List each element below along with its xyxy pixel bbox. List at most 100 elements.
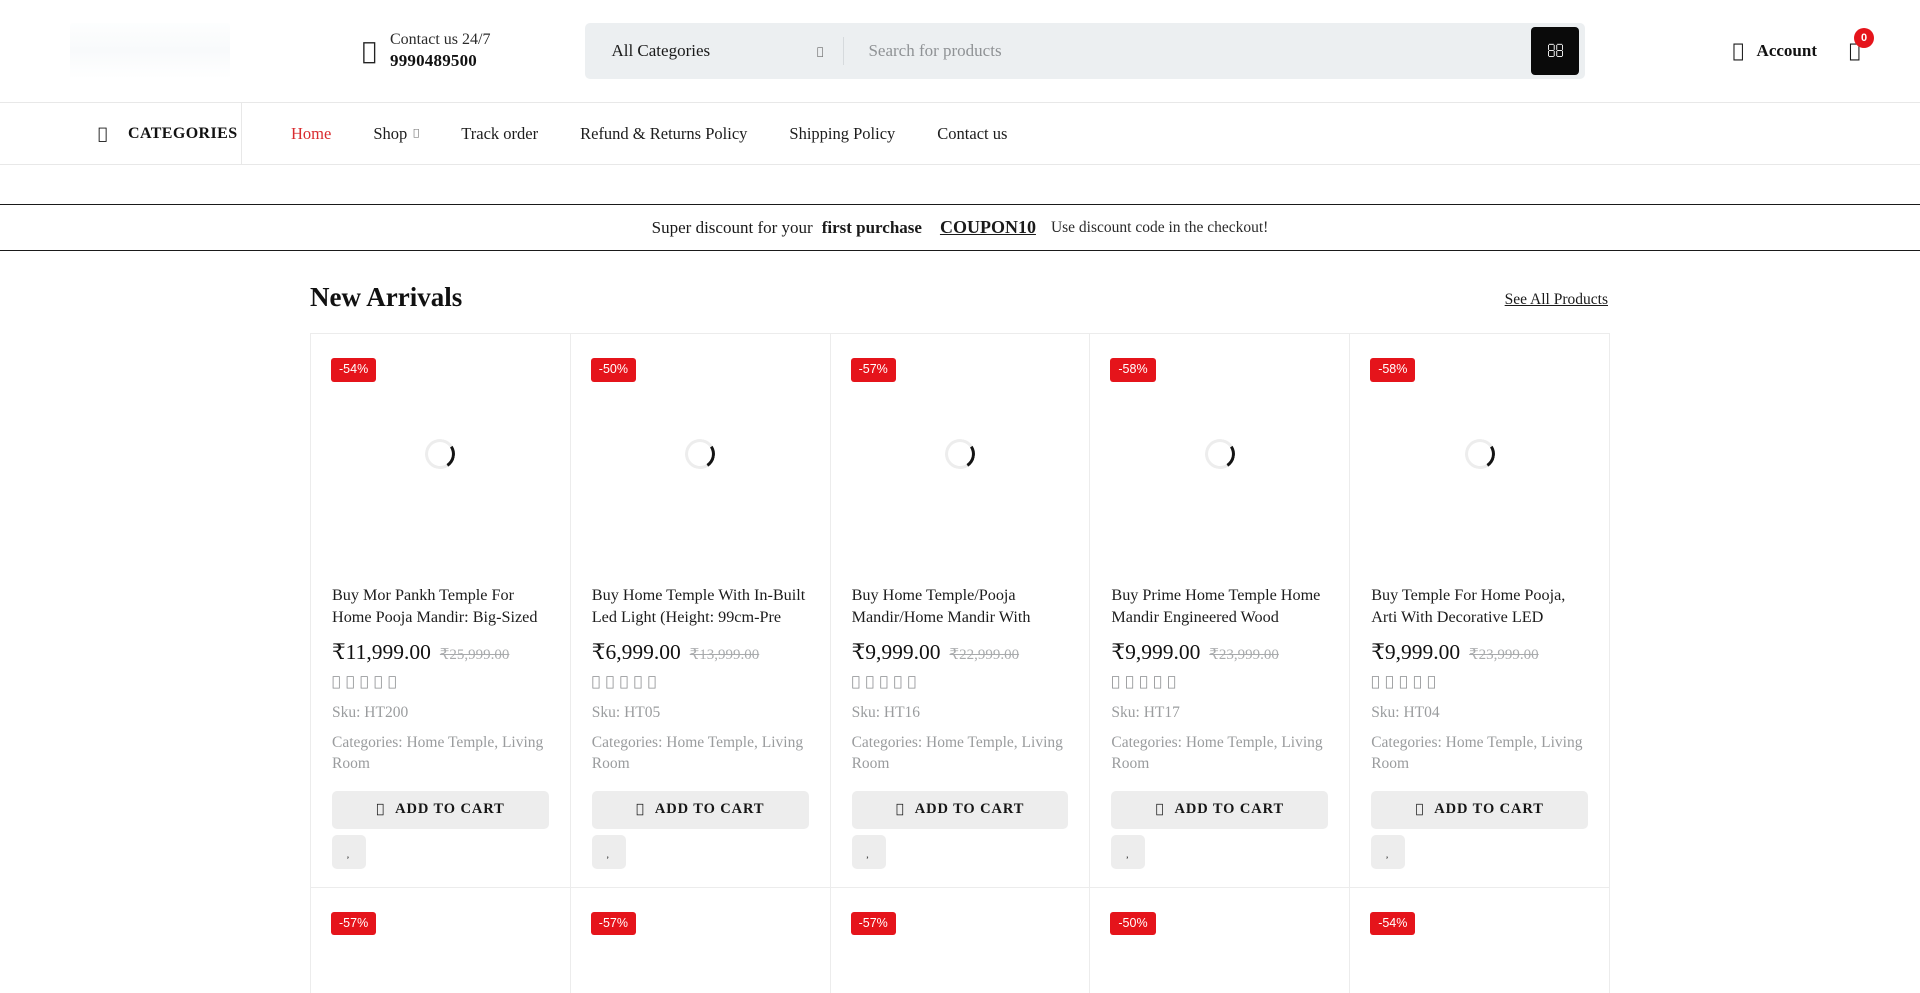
product-card[interactable]: -54% xyxy=(1350,887,1610,993)
star-icon:  xyxy=(1413,674,1422,690)
user-icon:  xyxy=(1733,40,1746,62)
add-to-cart-button[interactable]:  ADD TO CART xyxy=(1371,790,1588,829)
product-card[interactable]: -57% xyxy=(311,887,571,993)
rating-stars:      xyxy=(1371,674,1588,690)
wishlist-button[interactable]:  xyxy=(332,834,366,869)
wishlist-button[interactable]:  xyxy=(1371,834,1406,869)
star-icon:  xyxy=(346,674,355,690)
product-image[interactable] xyxy=(852,356,1069,552)
add-to-cart-button[interactable]:  ADD TO CART xyxy=(591,790,809,829)
product-categories: Categories: Home Temple, Living Room xyxy=(1111,718,1323,772)
star-icon:  xyxy=(606,674,615,690)
product-image[interactable] xyxy=(1371,356,1588,552)
product-card[interactable]: -58% Buy Temple For Home Pooja, Arti Wit… xyxy=(1350,334,1610,888)
store-logo xyxy=(70,23,230,79)
product-categories: Categories: Home Temple, Living Room xyxy=(1371,718,1583,772)
contact-block:  Contact us 24/7 9990489500 xyxy=(362,29,490,74)
cart-plus-icon:  xyxy=(896,802,905,817)
section-header: New Arrivals See All Products xyxy=(0,251,1920,313)
discount-badge: -50% xyxy=(590,358,636,382)
add-to-cart-label: ADD TO CART xyxy=(1174,785,1285,817)
price-current: ₹11,999.00 xyxy=(332,640,431,664)
product-grid: -54% Buy Mor Pankh Temple For Home Pooja… xyxy=(310,333,1610,993)
product-card[interactable]: -57% xyxy=(830,887,1091,993)
nav-item-track-order[interactable]: Track order xyxy=(440,124,559,144)
price-current: ₹9,999.00 xyxy=(1371,640,1461,664)
nav-item-home[interactable]: Home xyxy=(270,124,352,144)
product-actions:  ADD TO CART  xyxy=(332,785,549,869)
price-original: ₹22,999.00 xyxy=(949,647,1020,663)
add-to-cart-button[interactable]:  ADD TO CART xyxy=(851,790,1069,829)
star-icon:  xyxy=(620,674,629,690)
star-icon:  xyxy=(866,674,875,690)
product-image[interactable] xyxy=(1111,356,1328,552)
product-card[interactable]: -50% Buy Home Temple With In-Built Led L… xyxy=(570,334,831,888)
product-card[interactable]: -58% Buy Prime Home Temple Home Mandir E… xyxy=(1090,334,1351,888)
star-icon:  xyxy=(908,674,917,690)
nav-item-label: Shipping Policy xyxy=(783,123,895,143)
wishlist-button[interactable]:  xyxy=(591,834,626,869)
discount-badge: -54% xyxy=(1370,911,1416,936)
product-card[interactable]: -57% Buy Home Temple/Pooja Mandir/Home M… xyxy=(830,334,1091,888)
main-navigation:  CATEGORIES Home Shop  Track order Ref… xyxy=(0,103,1920,165)
nav-item-shipping-policy[interactable]: Shipping Policy xyxy=(768,124,916,144)
product-image[interactable] xyxy=(332,356,549,552)
loading-spinner-icon xyxy=(1461,436,1498,472)
category-select-value: All Categories xyxy=(611,41,711,60)
product-card[interactable]: -57% xyxy=(570,887,831,993)
logo-link[interactable] xyxy=(0,23,300,79)
cart-button[interactable]:  0 xyxy=(1847,28,1874,66)
price-current: ₹9,999.00 xyxy=(851,640,941,664)
star-icon:  xyxy=(592,674,601,690)
price-current: ₹9,999.00 xyxy=(1111,640,1201,664)
nav-item-refund-returns-policy[interactable]: Refund & Returns Policy xyxy=(559,124,768,144)
product-title[interactable]: Buy Prime Home Temple Home Mandir Engine… xyxy=(1111,585,1328,629)
product-title[interactable]: Buy Mor Pankh Temple For Home Pooja Mand… xyxy=(332,585,549,629)
coupon-code[interactable]: COUPON10 xyxy=(940,217,1036,238)
product-title[interactable]: Buy Temple For Home Pooja, Arti With Dec… xyxy=(1371,585,1588,629)
add-to-cart-label: ADD TO CART xyxy=(395,785,505,817)
discount-badge: -54% xyxy=(331,358,377,382)
star-icon:  xyxy=(648,674,657,690)
account-link[interactable]:  Account xyxy=(1733,40,1817,62)
wishlist-button[interactable]:  xyxy=(1111,834,1146,869)
wishlist-button[interactable]:  xyxy=(851,834,886,869)
contact-phone[interactable]: 9990489500 xyxy=(390,50,490,73)
category-select[interactable]: All Categories  xyxy=(585,23,843,79)
coupon-banner: Super discount for your first purchase C… xyxy=(0,204,1920,251)
heart-icon:  xyxy=(347,844,351,860)
account-label: Account xyxy=(1756,41,1817,60)
price-original: ₹13,999.00 xyxy=(689,647,760,663)
search-icon:  xyxy=(1547,41,1565,62)
add-to-cart-button[interactable]:  ADD TO CART xyxy=(332,785,549,829)
discount-badge: -57% xyxy=(331,911,377,936)
product-card[interactable]: -50% xyxy=(1090,887,1351,993)
see-all-products-link[interactable]: See All Products xyxy=(1505,291,1608,313)
star-icon:  xyxy=(1399,674,1408,690)
loading-spinner-icon xyxy=(1201,436,1238,472)
product-price: ₹9,999.00 ₹22,999.00 xyxy=(852,640,1069,665)
product-sku: Sku: HT05 xyxy=(591,688,661,721)
nav-item-label: Contact us xyxy=(931,123,1007,143)
chevron-down-icon:  xyxy=(413,128,419,139)
star-icon:  xyxy=(1385,674,1394,690)
search-button[interactable]:  xyxy=(1531,27,1580,75)
search-input[interactable] xyxy=(844,23,1532,79)
product-title[interactable]: Buy Home Temple With In-Built Led Light … xyxy=(592,585,809,629)
discount-badge: -58% xyxy=(1110,358,1156,382)
product-title[interactable]: Buy Home Temple/Pooja Mandir/Home Mandir… xyxy=(852,585,1069,629)
product-price: ₹9,999.00 ₹23,999.00 xyxy=(1111,640,1328,665)
product-card[interactable]: -54% Buy Mor Pankh Temple For Home Pooja… xyxy=(311,334,571,888)
product-categories: Categories: Home Temple, Living Room xyxy=(851,718,1063,772)
nav-item-contact-us[interactable]: Contact us xyxy=(916,124,1028,144)
nav-items: Home Shop  Track order Refund & Returns… xyxy=(242,124,1028,144)
nav-item-label: Refund & Returns Policy xyxy=(574,123,747,143)
add-to-cart-button[interactable]:  ADD TO CART xyxy=(1111,785,1329,829)
nav-item-label: Shop xyxy=(373,123,408,143)
cart-plus-icon:  xyxy=(636,802,645,817)
categories-menu-button[interactable]:  CATEGORIES xyxy=(0,103,242,164)
rating-stars:      xyxy=(592,674,809,690)
star-icon:  xyxy=(1139,674,1148,690)
nav-item-shop[interactable]: Shop  xyxy=(352,124,440,144)
product-image[interactable] xyxy=(592,356,809,552)
